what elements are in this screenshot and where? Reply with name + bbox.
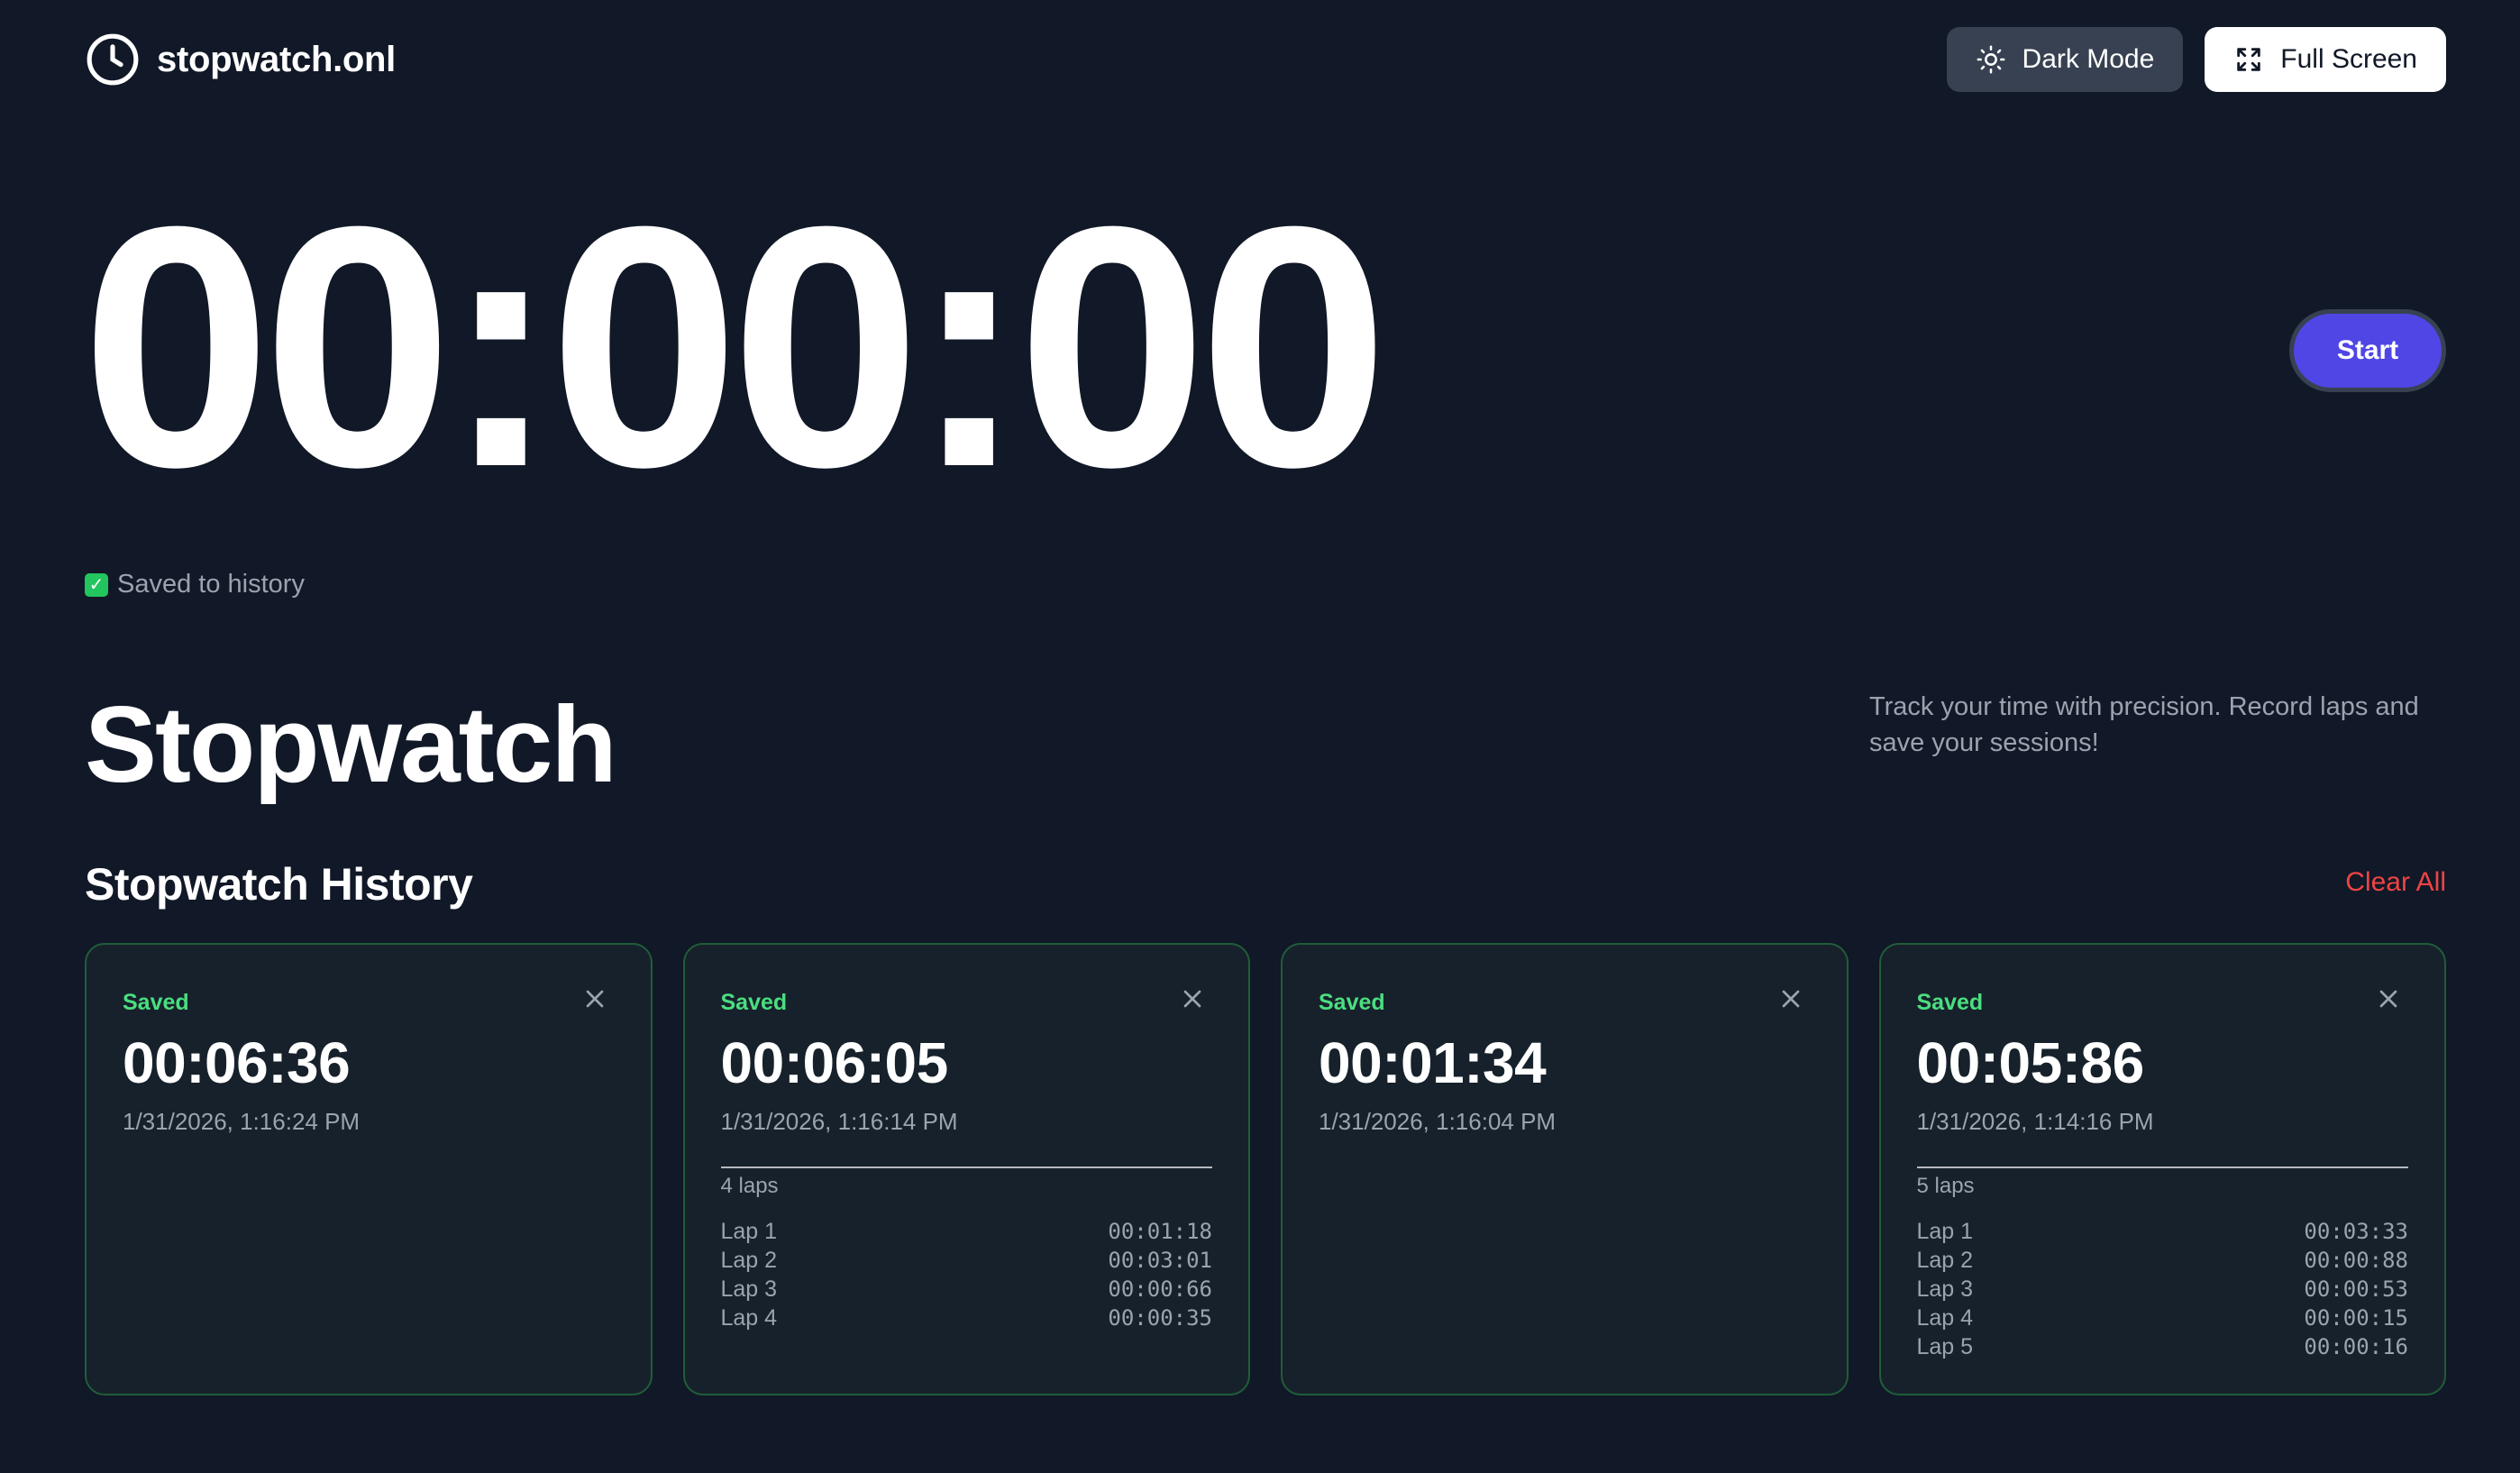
lap-row: Lap 1 00:01:18 bbox=[721, 1217, 1213, 1246]
lap-name: Lap 4 bbox=[1916, 1305, 1974, 1331]
timer-display: 00:00:00 bbox=[81, 155, 1389, 538]
card-time: 00:06:05 bbox=[720, 1030, 949, 1095]
lap-row: Lap 4 00:00:35 bbox=[721, 1304, 1213, 1332]
close-icon bbox=[2379, 990, 2397, 1008]
expand-icon bbox=[2237, 48, 2261, 71]
page-title: Stopwatch bbox=[85, 684, 617, 805]
lap-row: Lap 3 00:00:66 bbox=[721, 1275, 1213, 1304]
lap-name: Lap 3 bbox=[1916, 1276, 1974, 1302]
lap-name: Lap 4 bbox=[720, 1305, 778, 1331]
lap-list: Lap 1 00:03:33 Lap 2 00:00:88 Lap 3 00:0… bbox=[1917, 1217, 2409, 1361]
lap-time: 00:00:66 bbox=[1108, 1276, 1212, 1302]
lap-name: Lap 1 bbox=[1916, 1219, 1974, 1244]
dark-mode-button[interactable]: Dark Mode bbox=[1946, 27, 2184, 92]
lap-name: Lap 2 bbox=[720, 1248, 778, 1273]
saved-notice-text: Saved to history bbox=[117, 570, 305, 599]
laps-divider bbox=[1916, 1167, 2408, 1168]
lap-time: 00:01:18 bbox=[1108, 1219, 1212, 1244]
brand-name: stopwatch.onl bbox=[157, 39, 396, 79]
lap-time: 00:00:15 bbox=[2304, 1305, 2408, 1331]
history-card: Saved 00:06:05 1/31/2026, 1:16:14 PM 4 l… bbox=[682, 943, 1250, 1395]
laps-divider bbox=[720, 1167, 1212, 1168]
card-close-button[interactable] bbox=[2374, 984, 2403, 1013]
lap-name: Lap 5 bbox=[1916, 1334, 1974, 1359]
start-button[interactable]: Start bbox=[2289, 309, 2446, 392]
card-status: Saved bbox=[1916, 990, 1984, 1015]
full-screen-label: Full Screen bbox=[2280, 44, 2417, 74]
check-icon: ✓ bbox=[85, 572, 108, 597]
card-status: Saved bbox=[123, 990, 189, 1015]
card-time: 00:06:36 bbox=[123, 1030, 351, 1095]
lap-time: 00:03:33 bbox=[2304, 1219, 2408, 1244]
history-card: Saved 00:06:36 1/31/2026, 1:16:24 PM bbox=[85, 943, 653, 1395]
card-date: 1/31/2026, 1:16:14 PM bbox=[720, 1108, 958, 1135]
lap-name: Lap 2 bbox=[1916, 1248, 1974, 1273]
lap-row: Lap 2 00:00:88 bbox=[1917, 1246, 2409, 1275]
stopwatch-page: stopwatch.onl Dark Mode Full Screen 00:0… bbox=[0, 0, 2520, 1473]
lap-time: 00:00:35 bbox=[1108, 1305, 1212, 1331]
card-status: Saved bbox=[1319, 990, 1385, 1015]
laps-count: 5 laps bbox=[1916, 1174, 1975, 1198]
lap-time: 00:00:88 bbox=[2304, 1248, 2408, 1273]
lap-name: Lap 1 bbox=[720, 1219, 778, 1244]
lap-row: Lap 4 00:00:15 bbox=[1917, 1304, 2409, 1332]
card-date: 1/31/2026, 1:16:24 PM bbox=[123, 1108, 361, 1135]
card-date: 1/31/2026, 1:14:16 PM bbox=[1916, 1108, 2154, 1135]
laps-count: 4 laps bbox=[720, 1174, 779, 1198]
sun-icon bbox=[1977, 45, 2004, 74]
lap-time: 00:03:01 bbox=[1108, 1248, 1212, 1273]
clear-all-button[interactable]: Clear All bbox=[2345, 867, 2446, 898]
brand[interactable]: stopwatch.onl bbox=[85, 32, 396, 87]
card-close-button[interactable] bbox=[580, 984, 609, 1013]
close-icon bbox=[1183, 990, 1201, 1008]
clock-icon bbox=[87, 33, 139, 86]
close-icon bbox=[586, 990, 603, 1008]
lap-time: 00:00:16 bbox=[2304, 1334, 2408, 1359]
lap-row: Lap 2 00:03:01 bbox=[721, 1246, 1213, 1275]
lap-time: 00:00:53 bbox=[2304, 1276, 2408, 1302]
saved-notice: ✓ Saved to history bbox=[85, 570, 305, 599]
card-time: 00:05:86 bbox=[1916, 1030, 2145, 1095]
lap-row: Lap 5 00:00:16 bbox=[1917, 1332, 2409, 1361]
card-status: Saved bbox=[720, 990, 788, 1015]
card-close-button[interactable] bbox=[1776, 984, 1805, 1013]
lap-list: Lap 1 00:01:18 Lap 2 00:03:01 Lap 3 00:0… bbox=[721, 1217, 1213, 1332]
dark-mode-label: Dark Mode bbox=[2022, 44, 2155, 74]
history-card: Saved 00:01:34 1/31/2026, 1:16:04 PM bbox=[1281, 943, 1849, 1395]
top-header: stopwatch.onl Dark Mode Full Screen bbox=[85, 27, 2446, 92]
close-icon bbox=[1782, 990, 1799, 1008]
lap-row: Lap 1 00:03:33 bbox=[1917, 1217, 2409, 1246]
full-screen-button[interactable]: Full Screen bbox=[2205, 27, 2446, 92]
card-time: 00:01:34 bbox=[1319, 1030, 1547, 1095]
header-actions: Dark Mode Full Screen bbox=[1946, 27, 2446, 92]
lap-name: Lap 3 bbox=[720, 1276, 778, 1302]
page-description: Track your time with precision. Record l… bbox=[1869, 692, 2419, 757]
history-card: Saved 00:05:86 1/31/2026, 1:14:16 PM 5 l… bbox=[1878, 943, 2446, 1395]
card-close-button[interactable] bbox=[1178, 984, 1207, 1013]
lap-row: Lap 3 00:00:53 bbox=[1917, 1275, 2409, 1304]
card-date: 1/31/2026, 1:16:04 PM bbox=[1319, 1108, 1557, 1135]
history-cards: Saved 00:06:36 1/31/2026, 1:16:24 PM Sav… bbox=[85, 943, 2446, 1395]
history-title: Stopwatch History bbox=[85, 859, 473, 910]
